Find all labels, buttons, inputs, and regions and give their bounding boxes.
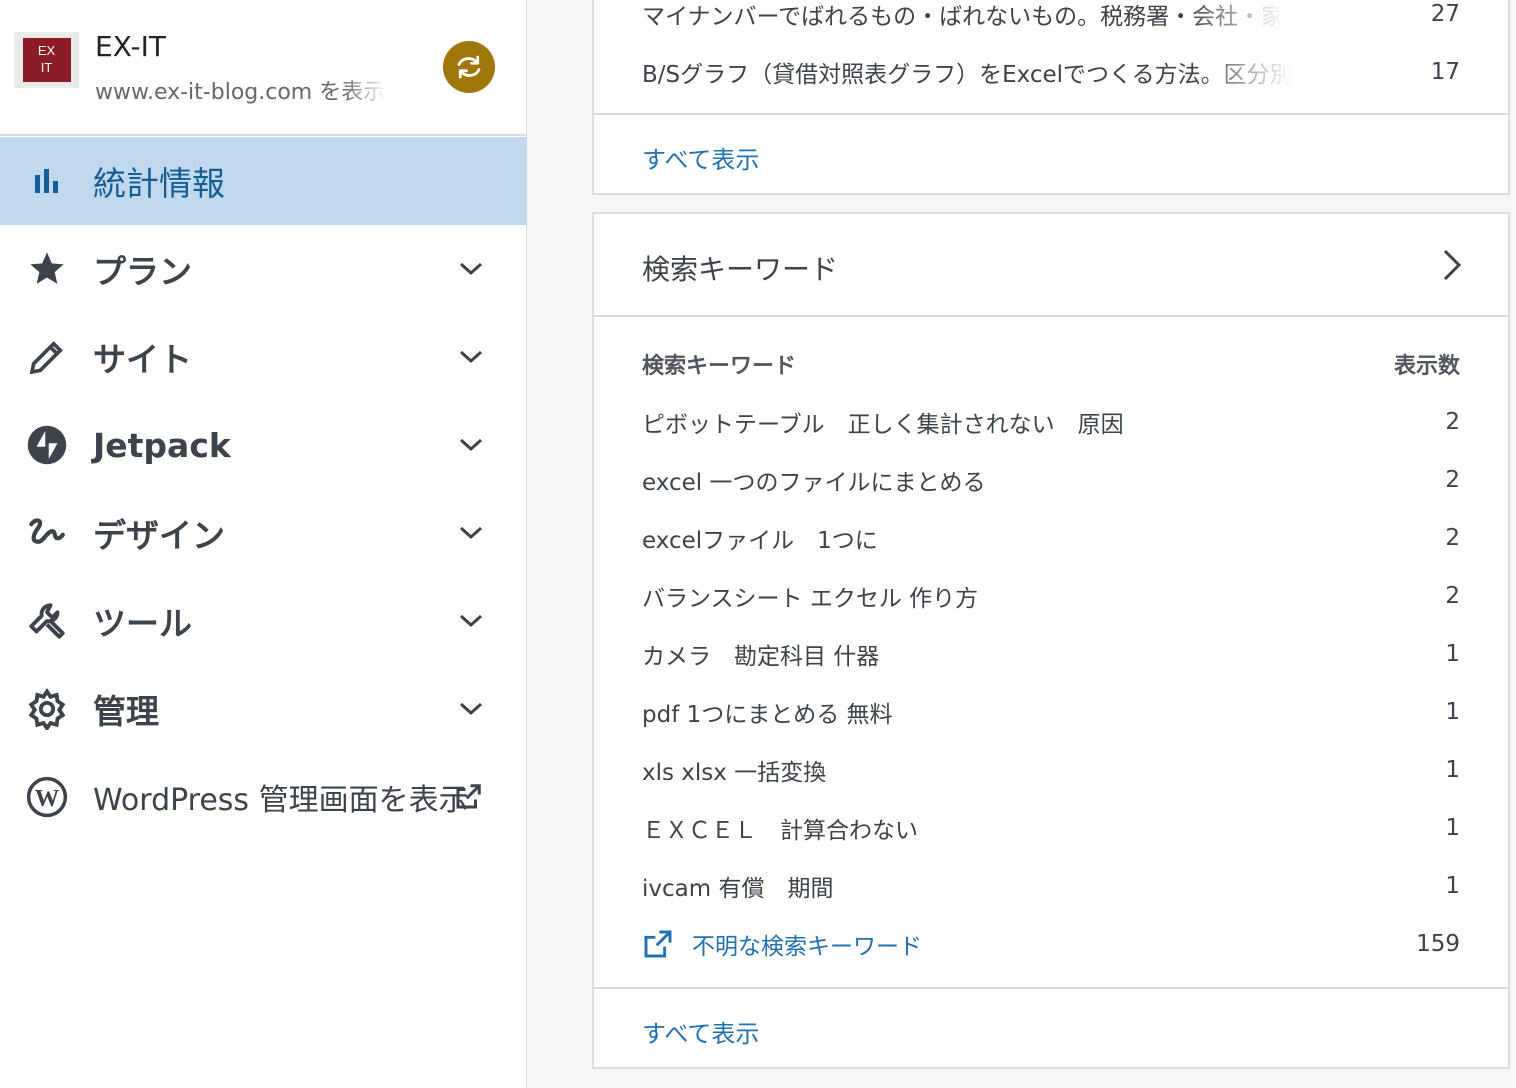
- keyword: ピボットテーブル 正しく集計されない 原因: [642, 412, 1124, 438]
- keyword-count: 1: [1445, 815, 1460, 841]
- site-logo: EX IT: [14, 32, 79, 88]
- site-url[interactable]: www.ex-it-blog.com を表示: [95, 74, 387, 106]
- sidebar-item-jetpack[interactable]: Jetpack: [0, 401, 527, 489]
- column-header-views: 表示数: [1393, 354, 1460, 379]
- keyword-count: 1: [1445, 641, 1460, 667]
- keyword-count: 2: [1445, 525, 1460, 551]
- sidebar: EX IT EX-IT www.ex-it-blog.com を表示 統計情報 プ…: [0, 0, 527, 1088]
- unknown-keywords-link[interactable]: 不明な検索キーワード: [692, 927, 922, 961]
- sidebar-item-label: 管理: [93, 692, 159, 731]
- list-item[interactable]: マイナンバーでばれるもの・ばれないもの。税務署・会社・家 27: [642, 0, 1460, 34]
- table-row: ＥＸＣＥＬ 計算合わない 1: [642, 808, 1460, 848]
- keyword: pdf 1つにまとめる 無料: [642, 702, 893, 728]
- site-logo-text-top: EX: [37, 43, 56, 58]
- chevron-down-icon[interactable]: [455, 517, 487, 549]
- post-title-link[interactable]: マイナンバーでばれるもの・ばれないもの。税務署・会社・家: [642, 0, 1284, 31]
- search-keywords-card: 検索キーワード 検索キーワード 表示数 ピボットテーブル 正しく集計されない 原…: [592, 212, 1510, 1069]
- external-link-icon: [452, 781, 484, 813]
- keyword-count: 2: [1445, 409, 1460, 435]
- chevron-down-icon[interactable]: [455, 693, 487, 725]
- table-header: 検索キーワード 表示数: [642, 344, 1460, 384]
- jetpack-icon: [25, 423, 69, 467]
- chevron-down-icon[interactable]: [455, 429, 487, 461]
- site-logo-text-bottom: IT: [40, 60, 53, 75]
- divider: [594, 987, 1508, 989]
- chevron-down-icon[interactable]: [455, 605, 487, 637]
- wrench-icon: [25, 599, 69, 643]
- keyword: excelファイル 1つに: [642, 528, 878, 554]
- post-count: 17: [1430, 59, 1460, 85]
- chevron-right-icon[interactable]: [1440, 248, 1464, 282]
- sidebar-item-label: デザイン: [93, 516, 225, 555]
- divider: [594, 315, 1508, 317]
- keyword: バランスシート エクセル 作り方: [642, 586, 979, 612]
- table-row: ivcam 有償 期間 1: [642, 866, 1460, 906]
- wordpress-icon: W: [25, 775, 69, 819]
- top-posts-card: マイナンバーでばれるもの・ばれないもの。税務署・会社・家 27 B/Sグラフ（貸…: [592, 0, 1510, 195]
- post-count: 27: [1430, 1, 1460, 27]
- sidebar-item-tools[interactable]: ツール: [0, 577, 527, 665]
- keyword-count: 2: [1445, 467, 1460, 493]
- sidebar-item-label: WordPress 管理画面を表示: [93, 783, 469, 818]
- keyword: ＥＸＣＥＬ 計算合わない: [642, 818, 918, 844]
- table-row: バランスシート エクセル 作り方 2: [642, 576, 1460, 616]
- keyword: xls xlsx 一括変換: [642, 760, 827, 786]
- table-row: ピボットテーブル 正しく集計されない 原因 2: [642, 402, 1460, 442]
- show-all-link[interactable]: すべて表示: [642, 1014, 759, 1049]
- chevron-down-icon[interactable]: [455, 341, 487, 373]
- divider: [594, 113, 1508, 115]
- svg-text:W: W: [35, 785, 60, 812]
- keyword-count: 1: [1445, 757, 1460, 783]
- sidebar-item-label: プラン: [93, 252, 192, 291]
- bar-chart-icon: [25, 159, 69, 203]
- pencil-icon: [25, 335, 69, 379]
- sidebar-item-stats[interactable]: 統計情報: [0, 137, 527, 225]
- sidebar-item-manage[interactable]: 管理: [0, 665, 527, 753]
- site-name[interactable]: EX-IT: [95, 30, 166, 63]
- table-row: xls xlsx 一括変換 1: [642, 750, 1460, 790]
- keyword-count: 1: [1445, 873, 1460, 899]
- chevron-down-icon[interactable]: [455, 253, 487, 285]
- table-row: excel 一つのファイルにまとめる 2: [642, 460, 1460, 500]
- external-link-icon[interactable]: [642, 928, 674, 960]
- brush-icon: [25, 511, 69, 555]
- card-header[interactable]: 検索キーワード: [594, 214, 1508, 315]
- column-header-keyword: 検索キーワード: [642, 354, 797, 379]
- sidebar-item-label: ツール: [93, 604, 192, 643]
- table-row[interactable]: 不明な検索キーワード 159: [642, 924, 1460, 964]
- site-header[interactable]: EX IT EX-IT www.ex-it-blog.com を表示: [0, 0, 527, 136]
- gear-icon: [25, 687, 69, 731]
- card-title: 検索キーワード: [642, 253, 839, 286]
- keyword: excel 一つのファイルにまとめる: [642, 470, 986, 496]
- sidebar-item-label: 統計情報: [93, 164, 225, 203]
- sidebar-item-plan[interactable]: プラン: [0, 225, 527, 313]
- sidebar-item-label: サイト: [93, 340, 192, 379]
- table-row: excelファイル 1つに 2: [642, 518, 1460, 558]
- star-icon: [25, 247, 69, 291]
- switch-site-icon[interactable]: [443, 41, 495, 93]
- sidebar-item-wp-admin[interactable]: W WordPress 管理画面を表示: [0, 753, 527, 841]
- keyword: カメラ 勘定科目 什器: [642, 644, 880, 670]
- keyword-count: 2: [1445, 583, 1460, 609]
- keyword-count: 159: [1416, 931, 1460, 957]
- show-all-link[interactable]: すべて表示: [642, 140, 759, 175]
- table-row: pdf 1つにまとめる 無料 1: [642, 692, 1460, 732]
- sidebar-item-label: Jetpack: [93, 425, 231, 465]
- keyword-count: 1: [1445, 699, 1460, 725]
- keyword: ivcam 有償 期間: [642, 876, 834, 902]
- list-item[interactable]: B/Sグラフ（貸借対照表グラフ）をExcelでつくる方法。区分別 17: [642, 52, 1460, 92]
- table-row: カメラ 勘定科目 什器 1: [642, 634, 1460, 674]
- post-title-link[interactable]: B/Sグラフ（貸借対照表グラフ）をExcelでつくる方法。区分別: [642, 55, 1293, 89]
- sidebar-item-site[interactable]: サイト: [0, 313, 527, 401]
- sidebar-item-design[interactable]: デザイン: [0, 489, 527, 577]
